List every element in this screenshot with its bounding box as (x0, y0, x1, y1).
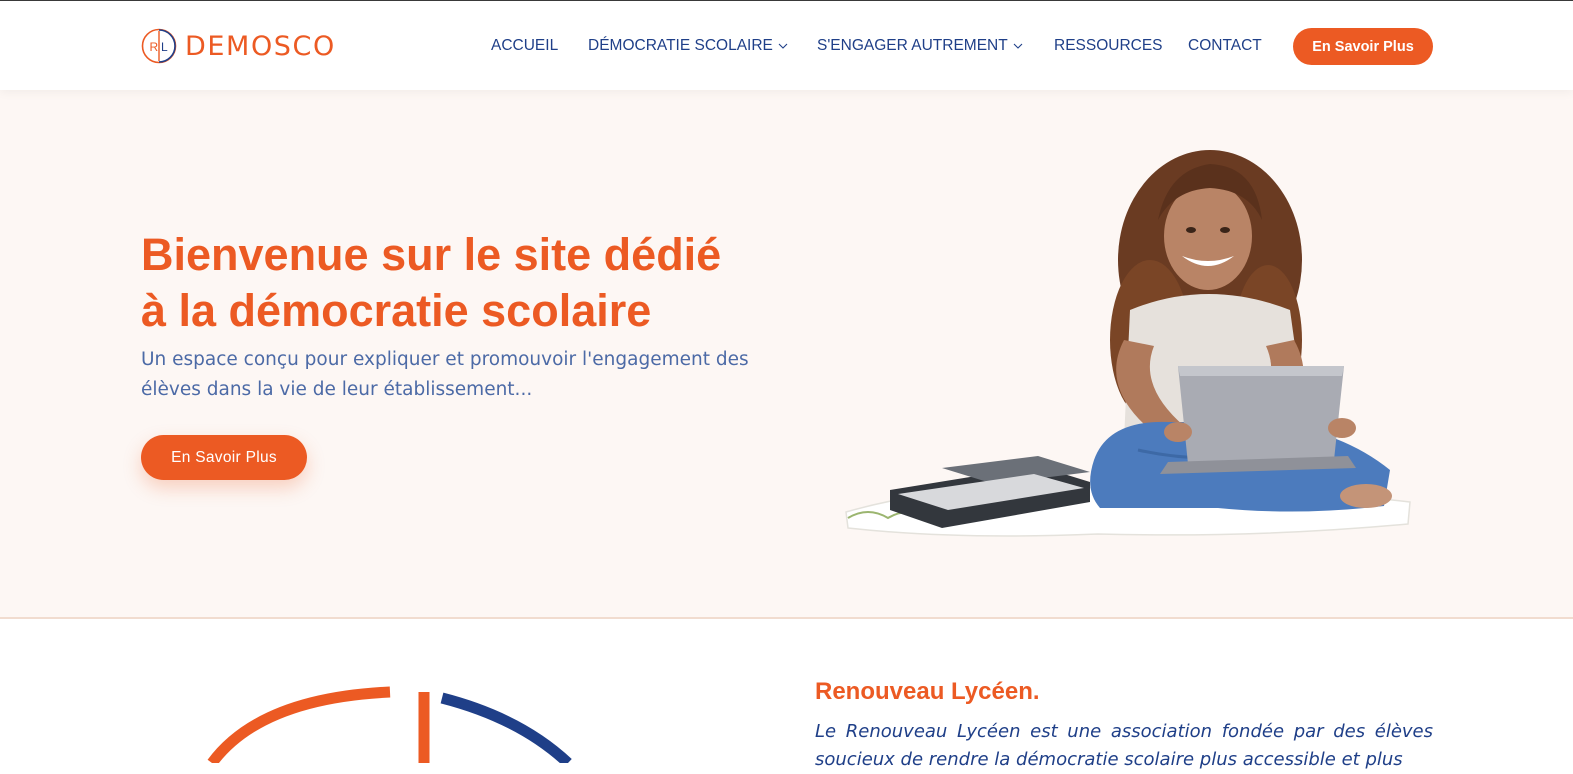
nav-item-label: ACCUEIL (491, 37, 559, 54)
hero-divider (0, 617, 1573, 619)
hero-title: Bienvenue sur le site dédié à la démocra… (141, 227, 801, 339)
hero-title-line-2: à la démocratie scolaire (141, 285, 652, 336)
svg-text:L: L (161, 40, 168, 54)
association-logo-graphic (207, 686, 572, 763)
about-title: Renouveau Lycéen. (815, 678, 1040, 705)
nav-item-accueil[interactable]: ACCUEIL (491, 37, 558, 55)
nav-item-contact[interactable]: CONTACT (1188, 37, 1262, 55)
nav-item-label: CONTACT (1188, 37, 1262, 54)
nav-item-label: DÉMOCRATIE SCOLAIRE (588, 37, 773, 54)
hero-subtitle: Un espace conçu pour expliquer et promou… (141, 349, 749, 400)
nav-item-sengager-autrement[interactable]: S'ENGAGER AUTREMENT (817, 37, 1023, 55)
logo-text: DEMOSCO (185, 30, 336, 62)
nav-item-ressources[interactable]: RESSOURCES (1054, 37, 1163, 55)
hero-cta-button[interactable]: En Savoir Plus (141, 435, 307, 480)
logo-mark-icon: R L (141, 28, 177, 64)
student-laptop-illustration (845, 150, 1411, 537)
svg-text:R: R (150, 40, 159, 54)
about-description: Le Renouveau Lycéen est une association … (815, 721, 1433, 770)
site-logo[interactable]: R L DEMOSCO (141, 28, 336, 64)
header-cta-button[interactable]: En Savoir Plus (1293, 28, 1433, 65)
nav-item-label: S'ENGAGER AUTREMENT (817, 37, 1008, 54)
nav-item-label: RESSOURCES (1054, 37, 1163, 54)
chevron-down-icon (778, 43, 788, 49)
nav-item-democratie-scolaire[interactable]: DÉMOCRATIE SCOLAIRE (588, 37, 788, 55)
chevron-down-icon (1013, 43, 1023, 49)
hero-title-line-1: Bienvenue sur le site dédié (141, 229, 722, 280)
site-header: R L DEMOSCO ACCUEIL DÉMOCRATIE SCOLAIRE … (0, 1, 1573, 90)
